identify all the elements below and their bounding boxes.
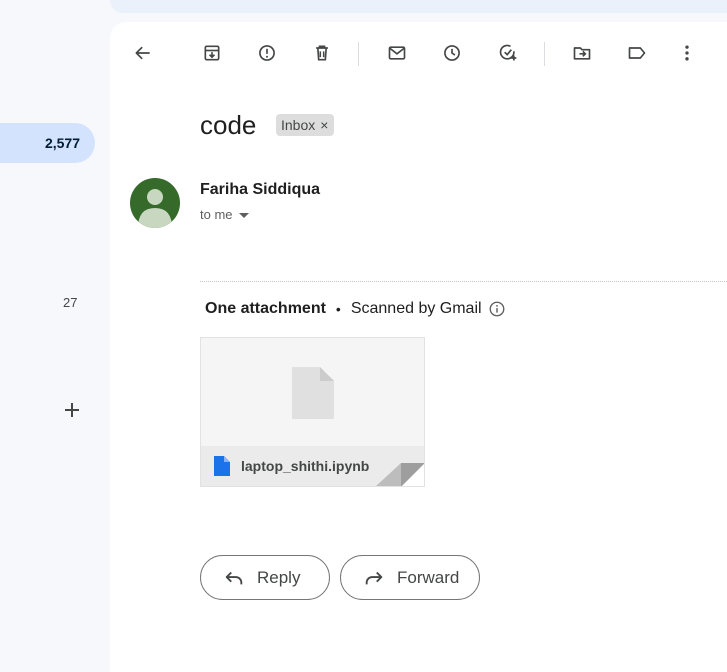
- divider: [200, 281, 727, 282]
- sidebar-item-inbox[interactable]: 2,577: [0, 123, 95, 163]
- toolbar-divider: [544, 42, 545, 66]
- add-to-tasks-icon[interactable]: [492, 37, 524, 69]
- archive-icon[interactable]: [196, 37, 228, 69]
- delete-icon[interactable]: [306, 37, 338, 69]
- attachment-card[interactable]: laptop_shithi.ipynb: [200, 337, 425, 487]
- reply-button[interactable]: Reply: [200, 555, 330, 600]
- file-icon: [292, 367, 334, 419]
- toolbar-divider: [358, 42, 359, 66]
- attachment-count: One attachment: [205, 300, 326, 317]
- more-options-icon[interactable]: [671, 37, 703, 69]
- move-to-icon[interactable]: [566, 37, 598, 69]
- attachment-preview: [201, 338, 424, 446]
- forward-label: Forward: [397, 567, 460, 587]
- recipient-text: to me: [200, 207, 233, 222]
- page-corner-icon: [376, 463, 424, 486]
- avatar[interactable]: [130, 178, 180, 228]
- attachment-header: One attachment • Scanned by Gmail: [205, 300, 506, 318]
- sender-name[interactable]: Fariha Siddiqua: [200, 181, 320, 199]
- reply-label: Reply: [257, 567, 301, 587]
- inbox-label-chip[interactable]: Inbox ×: [276, 114, 335, 136]
- attachment-file-name: laptop_shithi.ipynb: [241, 458, 370, 474]
- message-pane: code Inbox × Fariha Siddiqua to me One a…: [110, 22, 727, 672]
- search-bar-area: [110, 0, 727, 13]
- reply-icon: [225, 571, 243, 584]
- plus-icon[interactable]: [62, 400, 82, 420]
- forward-icon: [365, 571, 383, 584]
- label-chip-text: Inbox: [281, 117, 316, 133]
- snooze-icon[interactable]: [436, 37, 468, 69]
- separator-dot: •: [335, 301, 341, 317]
- recipient-line: to me: [200, 207, 249, 222]
- labels-icon[interactable]: [621, 37, 653, 69]
- email-subject: code: [200, 110, 257, 140]
- document-icon: [214, 456, 230, 476]
- scan-status: Scanned by Gmail: [350, 300, 482, 317]
- info-icon[interactable]: [488, 300, 506, 318]
- inbox-unread-count: 2,577: [44, 135, 80, 151]
- forward-button[interactable]: Forward: [340, 555, 480, 600]
- drafts-count: 27: [63, 295, 78, 310]
- report-spam-icon[interactable]: [251, 37, 283, 69]
- back-arrow-icon[interactable]: [127, 37, 159, 69]
- remove-label-icon[interactable]: ×: [320, 117, 328, 133]
- mark-unread-icon[interactable]: [381, 37, 413, 69]
- chevron-down-icon[interactable]: [238, 212, 249, 218]
- sidebar: 2,577 27: [0, 0, 110, 672]
